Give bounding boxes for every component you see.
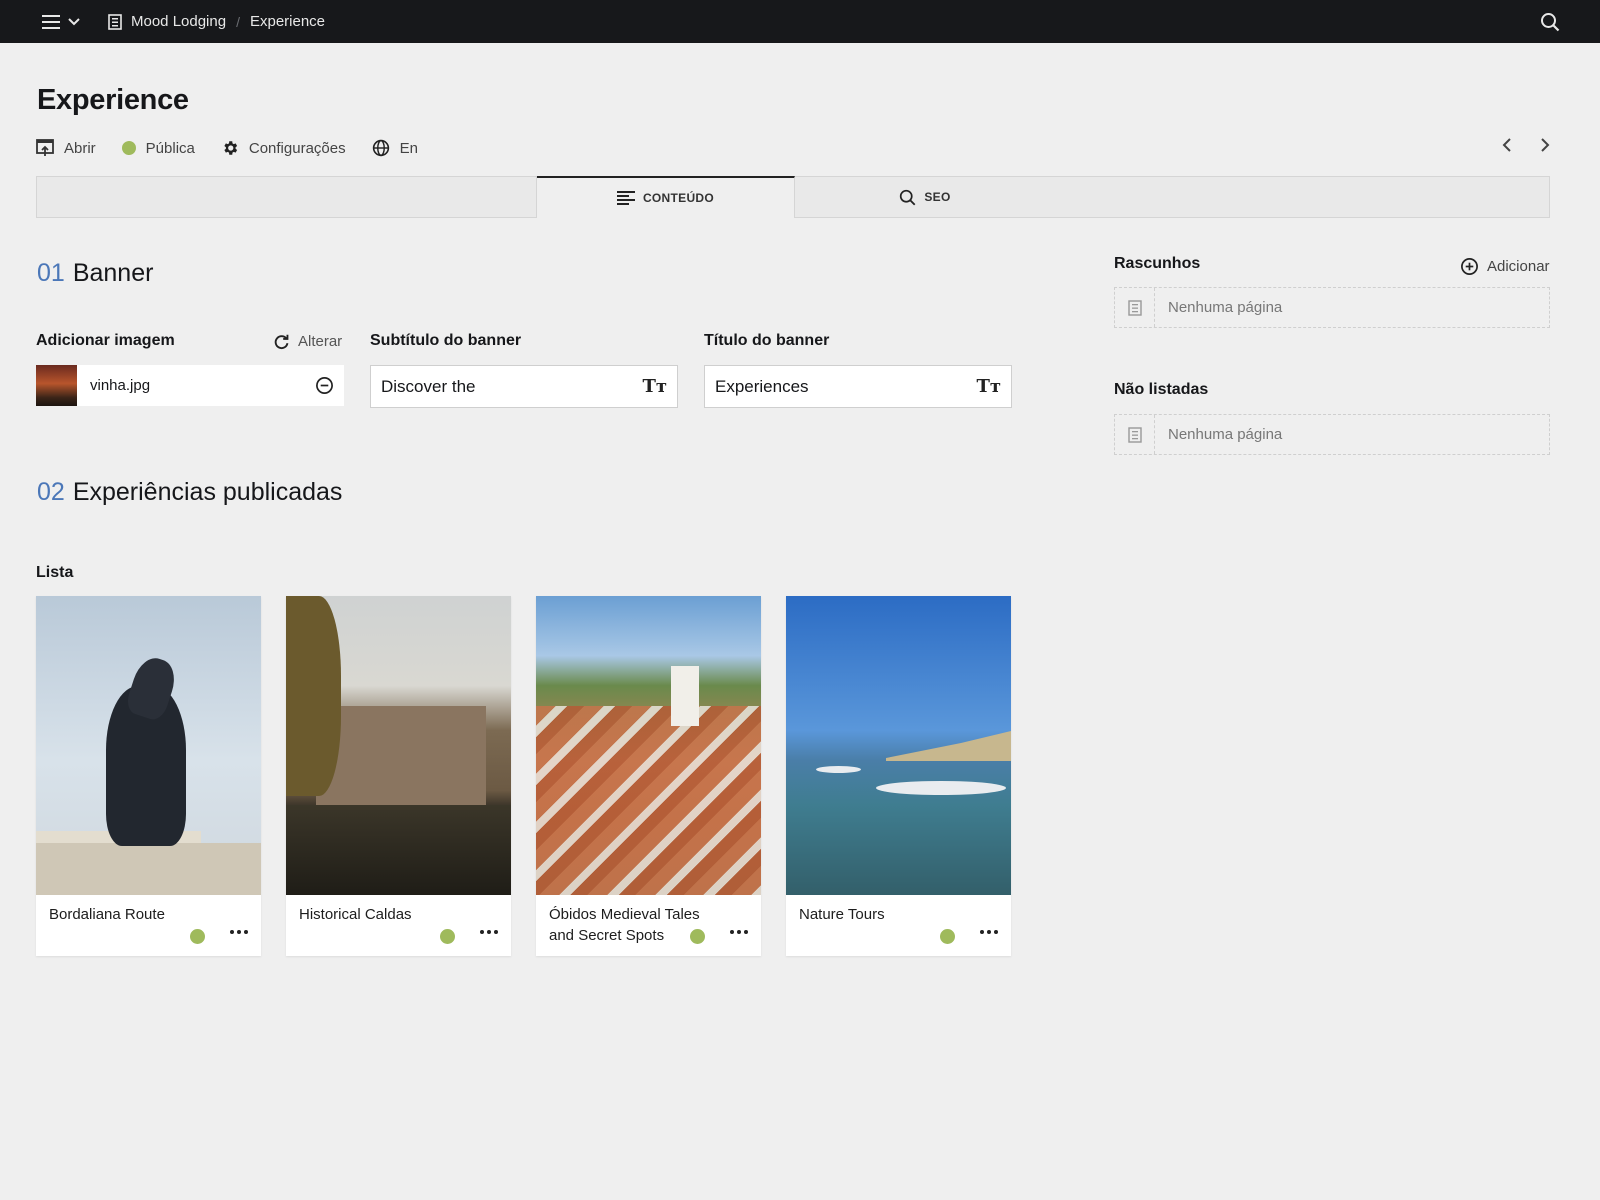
search-icon (900, 189, 916, 205)
experience-card[interactable]: Óbidos Medieval Tales and Secret Spots (536, 596, 761, 956)
card-image (36, 596, 261, 895)
add-draft-label: Adicionar (1487, 258, 1550, 275)
image-field-label: Adicionar imagem (36, 332, 175, 349)
open-button[interactable]: Abrir (36, 139, 96, 157)
card-status-dot (190, 929, 205, 944)
chevron-right-icon (1541, 138, 1550, 152)
text-format-icon[interactable]: Tт (642, 376, 667, 397)
card-more-button[interactable] (980, 930, 998, 934)
breadcrumb: Mood Lodging / Experience (108, 13, 325, 30)
tab-seo-label: SEO (924, 190, 951, 204)
content-tabs: CONTEÚDO SEO (36, 176, 1550, 218)
unlisted-label: Não listadas (1114, 381, 1209, 398)
previous-page-button[interactable] (1502, 138, 1512, 152)
drafts-empty-text: Nenhuma página (1168, 299, 1283, 316)
breadcrumb-site-label: Mood Lodging (131, 13, 227, 30)
unlisted-empty-text: Nenhuma página (1168, 426, 1283, 443)
align-left-icon (616, 191, 635, 205)
card-status-dot (940, 929, 955, 944)
text-format-icon[interactable]: Tт (976, 376, 1001, 397)
status-button[interactable]: Pública (121, 139, 195, 157)
drafts-label: Rascunhos (1114, 255, 1201, 272)
experience-card[interactable]: Bordaliana Route (36, 596, 261, 956)
plus-circle-icon (1461, 258, 1478, 275)
published-section-heading: 02 Experiências publicadas (37, 478, 342, 507)
banner-image-thumbnail (36, 365, 77, 406)
menu-button[interactable] (42, 14, 80, 29)
language-button[interactable]: En (372, 139, 418, 157)
tab-content[interactable]: CONTEÚDO (537, 176, 795, 218)
tabs-spacer (37, 177, 537, 217)
list-label: Lista (36, 564, 74, 581)
banner-section-number: 01 (37, 259, 65, 287)
top-bar: Mood Lodging / Experience (0, 0, 1600, 43)
change-image-label: Alterar (298, 333, 343, 350)
page-actions: Abrir Pública Configurações En (36, 139, 418, 157)
card-status-dot (690, 929, 705, 944)
published-section-title: Experiências publicadas (72, 478, 343, 506)
card-image (786, 596, 1011, 895)
breadcrumb-separator: / (236, 13, 240, 30)
page-title: Experience (37, 84, 189, 116)
banner-image-filename: vinha.jpg (90, 377, 151, 394)
card-title: Nature Tours (799, 906, 885, 923)
card-image (286, 596, 511, 895)
minus-circle-icon (316, 377, 333, 394)
card-image (536, 596, 761, 895)
card-more-button[interactable] (730, 930, 748, 934)
chevron-down-icon (68, 17, 80, 25)
subtitle-field-label: Subtítulo do banner (370, 332, 522, 349)
card-more-button[interactable] (480, 930, 498, 934)
status-label: Pública (145, 139, 195, 157)
unlisted-empty-box: Nenhuma página (1114, 414, 1550, 455)
title-input-value: Experiences (715, 376, 809, 396)
card-status-dot (440, 929, 455, 944)
banner-section-heading: 01 Banner (37, 259, 153, 288)
status-dot-icon (121, 141, 136, 155)
remove-image-button[interactable] (315, 376, 334, 395)
experience-card[interactable]: Nature Tours (786, 596, 1011, 956)
banner-image-field[interactable]: vinha.jpg (36, 365, 344, 406)
settings-button[interactable]: Configurações (221, 139, 346, 157)
card-more-button[interactable] (230, 930, 248, 934)
card-title: Historical Caldas (299, 906, 412, 923)
search-icon (1541, 13, 1560, 32)
experience-card[interactable]: Historical Caldas (286, 596, 511, 956)
title-input[interactable]: Experiences Tт (704, 365, 1012, 408)
page-icon (1115, 288, 1155, 327)
settings-label: Configurações (248, 139, 346, 157)
page-icon (1115, 415, 1155, 454)
experience-cards: Bordaliana Route Historical Caldas Óbido… (36, 596, 1011, 956)
language-label: En (399, 139, 418, 157)
open-preview-icon (36, 139, 54, 156)
published-section-number: 02 (37, 478, 65, 506)
subtitle-input[interactable]: Discover the Tт (370, 365, 678, 408)
change-image-button[interactable]: Alterar (273, 333, 342, 350)
gear-icon (224, 141, 237, 155)
breadcrumb-page-label: Experience (249, 13, 326, 30)
hamburger-icon (42, 14, 60, 29)
refresh-icon (274, 334, 289, 350)
next-page-button[interactable] (1540, 138, 1550, 152)
banner-section-title: Banner (72, 259, 154, 287)
global-search-button[interactable] (1540, 12, 1560, 37)
page-pager (1502, 138, 1550, 152)
card-title: Bordaliana Route (49, 906, 165, 923)
subtitle-input-value: Discover the (381, 376, 476, 396)
breadcrumb-site[interactable]: Mood Lodging (108, 13, 226, 30)
add-draft-button[interactable]: Adicionar (1460, 257, 1550, 276)
open-label: Abrir (64, 139, 96, 157)
globe-icon (372, 139, 389, 157)
drafts-empty-box: Nenhuma página (1114, 287, 1550, 328)
page-icon (108, 13, 122, 30)
tab-content-label: CONTEÚDO (642, 191, 715, 205)
breadcrumb-page[interactable]: Experience (250, 13, 325, 30)
tab-seo[interactable]: SEO (795, 177, 1055, 217)
chevron-left-icon (1502, 138, 1511, 152)
title-field-label: Título do banner (704, 332, 830, 349)
